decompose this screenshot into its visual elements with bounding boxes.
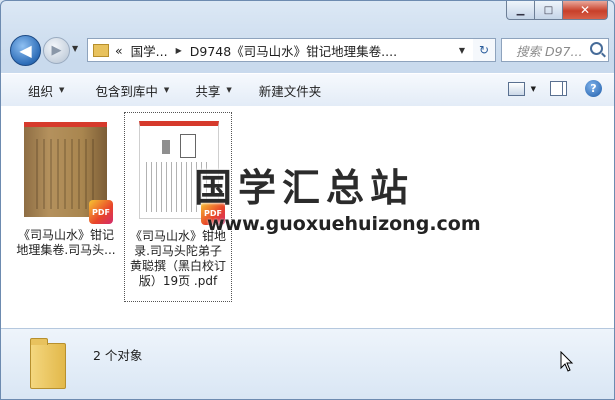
share-button[interactable]: 共享 ▼ <box>195 81 231 100</box>
vertical-scrollbar[interactable] <box>599 106 614 328</box>
organize-button[interactable]: 组织 ▼ <box>28 81 64 100</box>
navigation-bar: ◀ ▶ ▼ « 国学... ▶ D9748《司马山水》钳记地理集卷.... ▼ … <box>1 33 614 67</box>
address-bar[interactable]: « 国学... ▶ D9748《司马山水》钳记地理集卷.... ▼ <box>87 38 474 62</box>
breadcrumb-separator-icon[interactable]: ▶ <box>176 46 182 55</box>
chevron-down-icon: ▼ <box>163 86 170 94</box>
back-button[interactable]: ◀ <box>10 35 41 66</box>
breadcrumb-item-root[interactable]: 国学... <box>131 41 168 60</box>
minimize-button[interactable]: ▁ <box>506 1 535 20</box>
share-label: 共享 <box>195 83 221 99</box>
refresh-button[interactable]: ↻ <box>473 38 496 62</box>
pdf-file-icon: PDF <box>89 200 113 224</box>
file-name: 《司马山水》钳记 地理集卷.司马头... <box>14 228 118 258</box>
toolbar-right-group: ▼ ? <box>507 80 602 97</box>
include-in-library-button[interactable]: 包含到库中 ▼ <box>95 81 169 100</box>
help-icon[interactable]: ? <box>585 80 602 97</box>
file-name-line: 《司马山水》钳记 <box>17 228 114 242</box>
recent-pages-dropdown[interactable]: ▼ <box>72 44 78 53</box>
close-button[interactable]: ✕ <box>563 1 608 20</box>
pdf-thumbnail: PDF <box>23 112 113 224</box>
file-name-line: 地理集卷.司马头... <box>16 243 116 257</box>
address-dropdown-icon[interactable]: ▼ <box>459 46 465 55</box>
watermark-title: 国学汇总站 <box>194 166 415 210</box>
item-count: 2 个对象 <box>93 348 143 363</box>
preview-pane-icon[interactable] <box>550 81 567 96</box>
search-placeholder: 搜索 D97... <box>516 43 583 59</box>
watermark-url: www.guoxuehuizong.com <box>207 213 481 235</box>
command-bar: 组织 ▼ 包含到库中 ▼ 共享 ▼ 新建文件夹 ▼ ? <box>1 73 614 107</box>
include-library-label: 包含到库中 <box>95 83 158 99</box>
new-folder-button[interactable]: 新建文件夹 <box>259 81 322 100</box>
search-input[interactable]: 搜索 D97... <box>501 38 609 62</box>
mouse-cursor-icon <box>560 351 574 372</box>
file-name-line: 黄聪撰（黑白校订 <box>129 259 226 273</box>
folder-icon <box>30 338 66 389</box>
file-name-line: 录.司马头陀弟子 <box>134 244 222 258</box>
chevron-down-icon: ▼ <box>226 86 232 94</box>
breadcrumb-item-current[interactable]: D9748《司马山水》钳记地理集卷.... <box>190 41 397 60</box>
folder-icon <box>93 43 109 57</box>
file-name-line: 版）19页 .pdf <box>138 274 218 288</box>
forward-button[interactable]: ▶ <box>43 37 70 64</box>
file-item[interactable]: PDF 《司马山水》钳记 地理集卷.司马头... <box>13 112 119 258</box>
new-folder-label: 新建文件夹 <box>258 83 322 99</box>
chevron-down-icon[interactable]: ▼ <box>531 85 536 93</box>
search-icon[interactable] <box>590 42 603 55</box>
maximize-button[interactable]: □ <box>535 1 563 20</box>
address-overflow-chevron[interactable]: « <box>115 43 123 58</box>
caption-buttons: ▁ □ ✕ <box>506 1 608 21</box>
organize-label: 组织 <box>28 83 54 99</box>
chevron-down-icon: ▼ <box>59 86 65 94</box>
details-pane: 2 个对象 <box>1 328 614 399</box>
file-name: 《司马山水》钳地 录.司马头陀弟子 黄聪撰（黑白校订 版）19页 .pdf <box>126 229 230 289</box>
explorer-window: ▁ □ ✕ ◀ ▶ ▼ « 国学... ▶ D9748《司马山水》钳记地理集卷.… <box>0 0 615 400</box>
change-view-icon[interactable] <box>507 81 525 96</box>
